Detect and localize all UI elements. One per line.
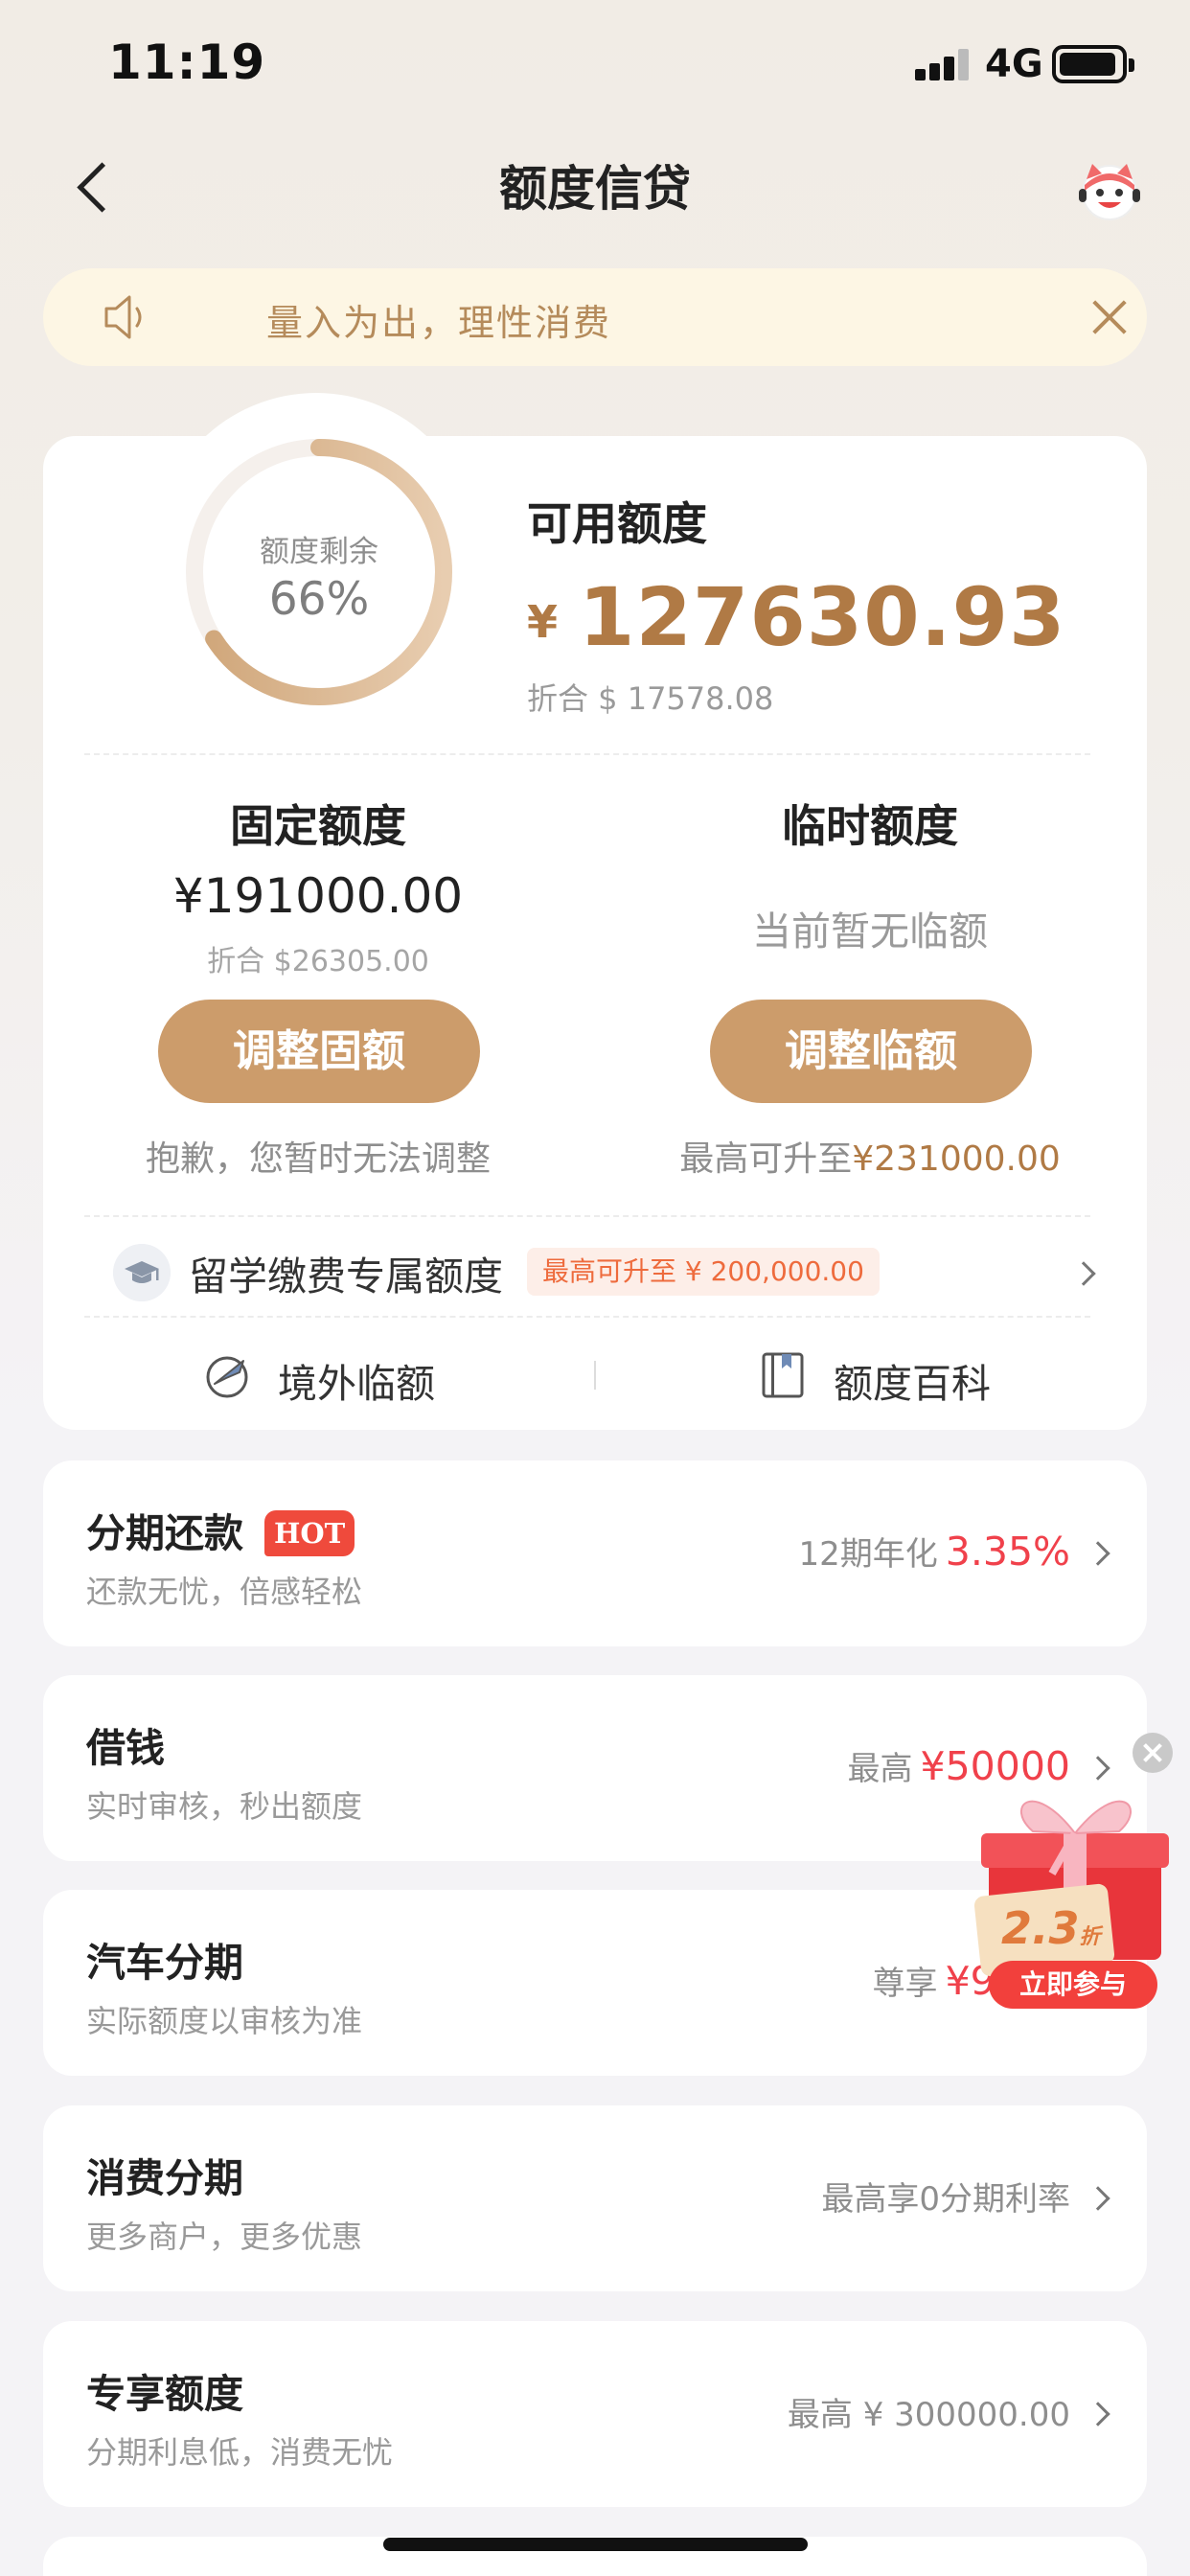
chevron-right-icon [1071, 1261, 1096, 1286]
list-item-subtitle: 更多商户，更多优惠 [86, 2219, 363, 2255]
list-item-subtitle: 分期利息低，消费无忧 [86, 2434, 394, 2471]
chevron-right-icon [1086, 2186, 1110, 2211]
credit-wiki-link[interactable]: 额度百科 [757, 1332, 1044, 1418]
list-item-title: 专享额度 [86, 2371, 243, 2417]
rate-label: 12期年化 [798, 1535, 938, 1574]
hot-badge: HOT [264, 1510, 355, 1556]
fixed-credit-section: 固定额度 ¥191000.00 折合 $26305.00 调整固额 抱歉，您暂时… [79, 0, 558, 1208]
fixed-credit-title: 固定额度 [230, 800, 406, 852]
amount-label: 尊享 [872, 1965, 938, 2003]
credit-wiki-label: 额度百科 [834, 1361, 991, 1407]
fixed-credit-equiv: 折合 $26305.00 [207, 945, 429, 978]
amount-label: 最高 [847, 1750, 913, 1788]
list-item-subtitle: 实际额度以审核为准 [86, 2003, 363, 2039]
overseas-temp-credit-link[interactable]: 境外临额 [201, 1332, 489, 1418]
discount-number: 2.3 [1001, 1902, 1080, 1954]
exclusive-credit-card[interactable]: 专享额度 分期利息低，消费无忧 最高 ¥ 300000.00 [43, 2321, 1147, 2507]
list-item-subtitle: 实时审核，秒出额度 [86, 1788, 363, 1825]
discount-unit: 折 [1079, 1925, 1101, 1949]
link-divider [594, 1361, 596, 1390]
study-abroad-title: 留学缴费专属额度 [189, 1254, 503, 1300]
list-item-title: 借钱 [86, 1725, 165, 1771]
gift-close-icon[interactable] [1133, 1733, 1173, 1773]
temp-note-prefix: 最高可升至 [679, 1139, 853, 1179]
home-indicator [383, 2538, 808, 2551]
list-item-title: 分期还款 HOT [86, 1501, 355, 1558]
list-item-title: 汽车分期 [86, 1940, 243, 1986]
temp-credit-section: 临时额度 当前暂无临额 调整临额 最高可升至¥231000.00 [630, 0, 1110, 1208]
temp-note-amount: ¥231000.00 [852, 1139, 1061, 1179]
list-item-right: 12期年化 3.35% [798, 1528, 1070, 1575]
list-item-right: 最高享0分期利率 [821, 2180, 1070, 2219]
graduation-cap-icon [113, 1244, 171, 1301]
chevron-right-icon [1086, 2402, 1110, 2426]
page: 11:19 4G 额度信贷 量入为出，理性消费 额度剩余 66% 可用额度 ¥ … [0, 0, 1190, 2576]
chevron-right-icon [1086, 1541, 1110, 1566]
temp-credit-title: 临时额度 [782, 800, 958, 852]
installment-repay-card[interactable]: 分期还款 HOT 还款无忧，倍感轻松 12期年化 3.35% [43, 1460, 1147, 1646]
join-now-button[interactable]: 立即参与 [989, 1961, 1157, 2009]
study-abroad-credit-row[interactable]: 留学缴费专属额度 最高可升至 ¥ 200,000.00 [79, 1236, 1113, 1309]
plane-globe-icon [206, 1356, 248, 1398]
fixed-credit-note: 抱歉，您暂时无法调整 [145, 1139, 491, 1179]
list-item-right: 最高 ¥ 300000.00 [787, 2396, 1070, 2434]
list-item-title: 消费分期 [86, 2155, 243, 2201]
temp-credit-note: 最高可升至¥231000.00 [630, 1131, 1110, 1181]
temp-credit-empty: 当前暂无临额 [752, 908, 988, 954]
book-icon [762, 1352, 804, 1398]
credit-links: 境外临额 额度百科 [43, 1332, 1147, 1418]
rate-value: 3.35% [945, 1529, 1070, 1575]
adjust-temp-button[interactable]: 调整临额 [710, 1000, 1032, 1103]
list-item-subtitle: 还款无忧，倍感轻松 [86, 1574, 363, 1610]
divider [84, 1215, 1090, 1217]
overseas-temp-credit-label: 境外临额 [278, 1361, 435, 1407]
discount-value: 2.3折 [1001, 1902, 1101, 1954]
adjust-fixed-button[interactable]: 调整固额 [158, 1000, 480, 1103]
study-abroad-badge: 最高可升至 ¥ 200,000.00 [527, 1248, 880, 1296]
fixed-credit-amount: ¥191000.00 [172, 868, 464, 924]
consumer-installment-card[interactable]: 消费分期 更多商户，更多优惠 最高享0分期利率 [43, 2105, 1147, 2291]
installment-repay-title: 分期还款 [86, 1510, 243, 1556]
divider [84, 1316, 1090, 1318]
